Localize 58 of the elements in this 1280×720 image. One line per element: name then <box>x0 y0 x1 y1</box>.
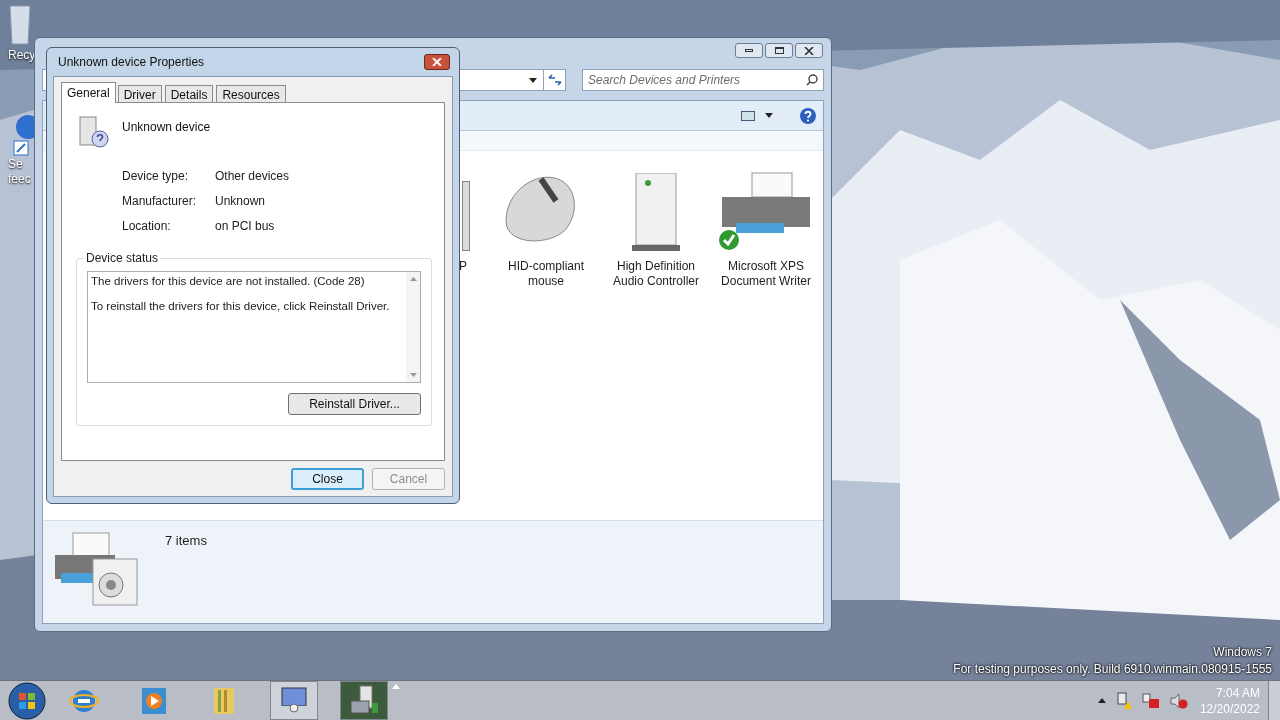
folder-icon <box>212 685 236 716</box>
group-title: Device status <box>84 251 161 265</box>
status-text-area[interactable]: The drivers for this device are not installed. (Code 28) To reinstall the drivers for this device, click Reinstall Driver. <box>87 271 421 383</box>
reinstall-driver-button[interactable]: Reinstall Driver... <box>288 393 421 415</box>
device-label[interactable]: High Definition Audio Controller <box>601 259 711 289</box>
device-label[interactable]: Microsoft XPS Document Writer <box>711 259 821 289</box>
status-message: To reinstall the drivers for this device, click Reinstall Driver. <box>91 299 391 313</box>
media-player-icon <box>141 686 167 715</box>
property-label: Device type: <box>122 168 190 185</box>
window-title: Unknown device Properties <box>58 54 205 71</box>
show-desktop-button[interactable] <box>1268 681 1280 720</box>
dropdown-caret-icon <box>529 77 537 83</box>
property-label: Location: <box>122 218 172 235</box>
taskbar-button[interactable] <box>340 681 388 720</box>
printer-camera-icon <box>53 529 141 609</box>
show-hidden-icons-icon[interactable] <box>1097 698 1106 703</box>
view-icon[interactable] <box>741 110 755 121</box>
property-value: Unknown <box>215 193 266 210</box>
tab[interactable]: Driver <box>117 85 162 102</box>
dropdown-caret-icon[interactable] <box>765 113 773 118</box>
scroll-down-icon[interactable] <box>409 373 417 377</box>
help-icon[interactable] <box>799 106 817 125</box>
start-button[interactable] <box>5 681 49 720</box>
property-label: Manufacturer: <box>122 193 198 210</box>
taskbar-button[interactable] <box>270 681 318 720</box>
refresh-icon <box>547 74 562 86</box>
device-manager-icon <box>348 684 380 717</box>
close-dialog-button[interactable]: Close <box>291 467 364 490</box>
unknown-device-icon <box>76 115 110 149</box>
control-panel-icon <box>278 685 310 716</box>
device-label[interactable]: P <box>459 259 467 274</box>
device-name: Unknown device <box>122 119 211 136</box>
build-notice: For testing purposes only. Build 6910.winmain.080915-1555 <box>953 661 1272 678</box>
search-field[interactable]: Search Devices and Printers <box>582 69 824 91</box>
status-message: The drivers for this device are not installed. (Code 28) <box>91 274 366 288</box>
refresh-button[interactable] <box>543 70 565 90</box>
property-value: on PCI bus <box>215 218 275 235</box>
property-value: Other devices <box>215 168 290 185</box>
close-icon <box>432 58 442 66</box>
item-count: 7 items <box>165 532 207 550</box>
tab[interactable]: Details <box>164 85 214 102</box>
windows-logo-icon <box>8 681 46 720</box>
desktop-icon-label[interactable]: Recy <box>8 48 36 63</box>
minimize-button[interactable] <box>735 43 763 58</box>
maximize-button[interactable] <box>765 43 793 58</box>
tab[interactable]: Resources <box>216 85 286 102</box>
speaker-muted-icon[interactable] <box>1169 692 1188 709</box>
tab[interactable]: General <box>61 82 116 103</box>
network-warning-icon[interactable] <box>1115 691 1132 710</box>
recycle-bin-icon <box>8 4 32 48</box>
device-label[interactable]: HID-compliant mouse <box>491 259 601 289</box>
action-center-icon[interactable] <box>1141 692 1160 709</box>
build-notice: Windows 7 <box>1213 644 1272 661</box>
close-button[interactable] <box>795 43 823 58</box>
scroll-up-icon[interactable] <box>409 277 417 281</box>
close-button[interactable] <box>424 54 450 70</box>
close-icon <box>804 46 814 55</box>
search-icon <box>806 74 818 86</box>
